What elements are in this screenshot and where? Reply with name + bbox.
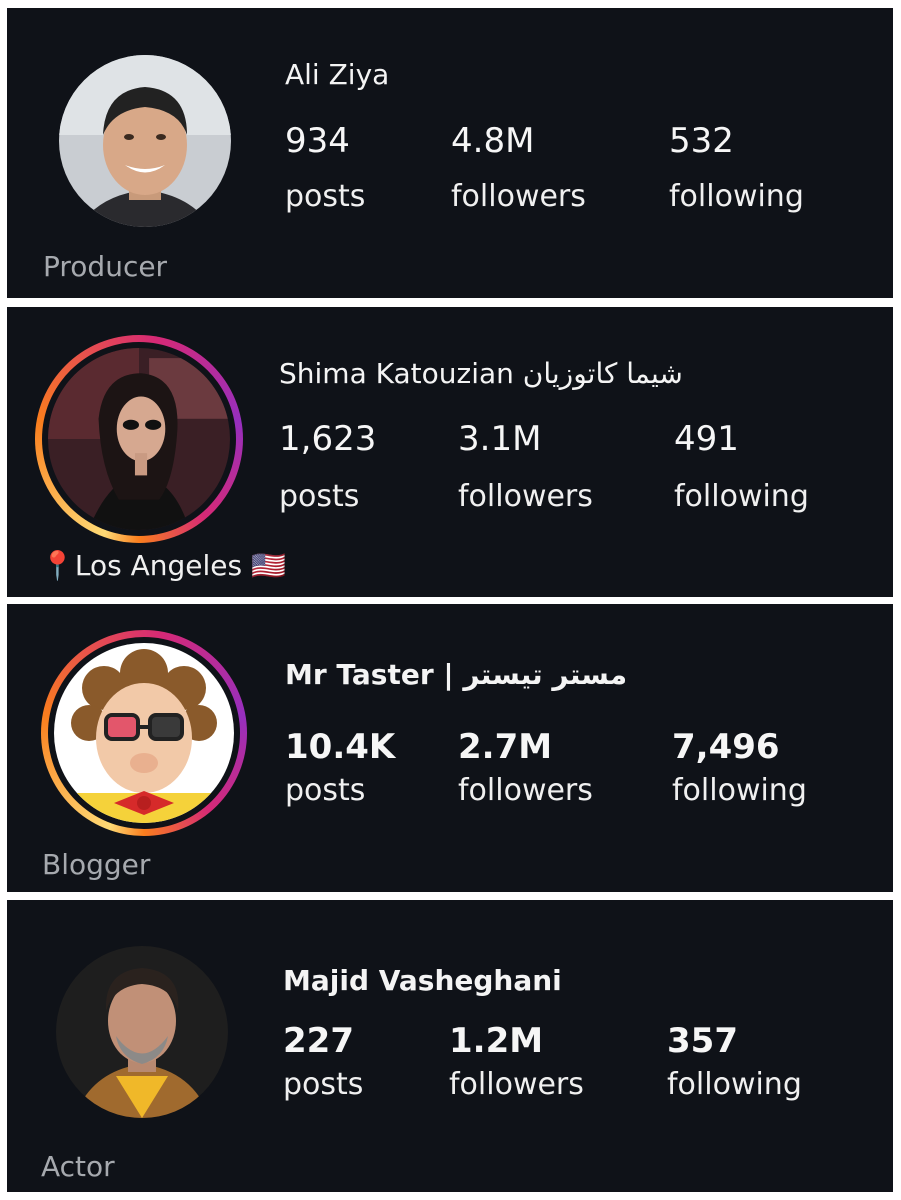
stat-following[interactable]: 7,496 following	[672, 730, 807, 806]
profile-category: Producer	[43, 250, 168, 283]
stat-following[interactable]: 491 following	[674, 422, 809, 512]
stat-followers-label: followers	[449, 1067, 584, 1102]
stat-followers-label: followers	[458, 479, 593, 514]
stat-followers-value: 3.1M	[458, 419, 542, 459]
profile-name: Majid Vasheghani	[283, 964, 562, 997]
stat-followers-label: followers	[451, 179, 586, 214]
profile-photo	[48, 348, 230, 530]
stat-followers-label: followers	[458, 773, 593, 808]
stat-posts[interactable]: 1,623 posts	[279, 422, 376, 512]
profile-category: Blogger	[42, 848, 151, 881]
story-ring-avatar[interactable]	[35, 335, 243, 543]
stat-following[interactable]: 532 following	[669, 124, 804, 212]
stat-posts-label: posts	[279, 479, 360, 514]
stat-following-value: 491	[674, 419, 739, 459]
stat-followers[interactable]: 4.8M followers	[451, 124, 586, 212]
profile-avatar[interactable]	[59, 55, 231, 227]
stat-followers-value: 1.2M	[449, 1021, 544, 1061]
profile-name: Shima Katouzian شیما کاتوزیان	[279, 357, 683, 390]
story-ring-avatar[interactable]	[41, 630, 247, 836]
stat-following-value: 7,496	[672, 727, 780, 767]
stat-posts-label: posts	[285, 179, 366, 214]
stat-posts-label: posts	[283, 1067, 364, 1102]
profile-avatar[interactable]	[56, 946, 228, 1118]
stat-posts-value: 1,623	[279, 419, 377, 459]
stat-followers-value: 2.7M	[458, 727, 553, 767]
profile-card-ali-ziya[interactable]: Ali Ziya 934 posts 4.8M followers 532 fo…	[7, 8, 893, 298]
profile-card-mr-taster[interactable]: Mr Taster | مستر تیستر 10.4K posts 2.7M …	[7, 604, 893, 892]
stat-followers[interactable]: 3.1M followers	[458, 422, 593, 512]
stat-posts-value: 10.4K	[285, 727, 396, 767]
stat-followers[interactable]: 1.2M followers	[449, 1024, 584, 1100]
stat-following-label: following	[674, 479, 809, 514]
stat-followers[interactable]: 2.7M followers	[458, 730, 593, 806]
stat-following[interactable]: 357 following	[667, 1024, 802, 1100]
profile-name: Mr Taster | مستر تیستر	[285, 658, 628, 691]
profile-photo	[56, 946, 228, 1118]
stat-posts[interactable]: 10.4K posts	[285, 730, 395, 806]
profile-card-majid-vasheghani[interactable]: Majid Vasheghani 227 posts 1.2M follower…	[7, 900, 893, 1192]
stat-following-label: following	[669, 179, 804, 214]
profile-photo	[59, 55, 231, 227]
stat-following-label: following	[667, 1067, 802, 1102]
profile-location: 📍Los Angeles 🇺🇸	[40, 549, 286, 582]
profile-photo	[54, 643, 234, 823]
stat-followers-value: 4.8M	[451, 121, 535, 161]
stat-posts-value: 934	[285, 121, 350, 161]
stat-following-value: 357	[667, 1021, 738, 1061]
profile-category: Actor	[41, 1150, 115, 1183]
profile-name: Ali Ziya	[285, 58, 390, 91]
stat-posts[interactable]: 934 posts	[285, 124, 365, 212]
stat-following-value: 532	[669, 121, 734, 161]
stat-posts[interactable]: 227 posts	[283, 1024, 363, 1100]
stat-posts-value: 227	[283, 1021, 354, 1061]
profile-card-shima-katouzian[interactable]: Shima Katouzian شیما کاتوزیان 1,623 post…	[7, 307, 893, 597]
stat-following-label: following	[672, 773, 807, 808]
stat-posts-label: posts	[285, 773, 366, 808]
